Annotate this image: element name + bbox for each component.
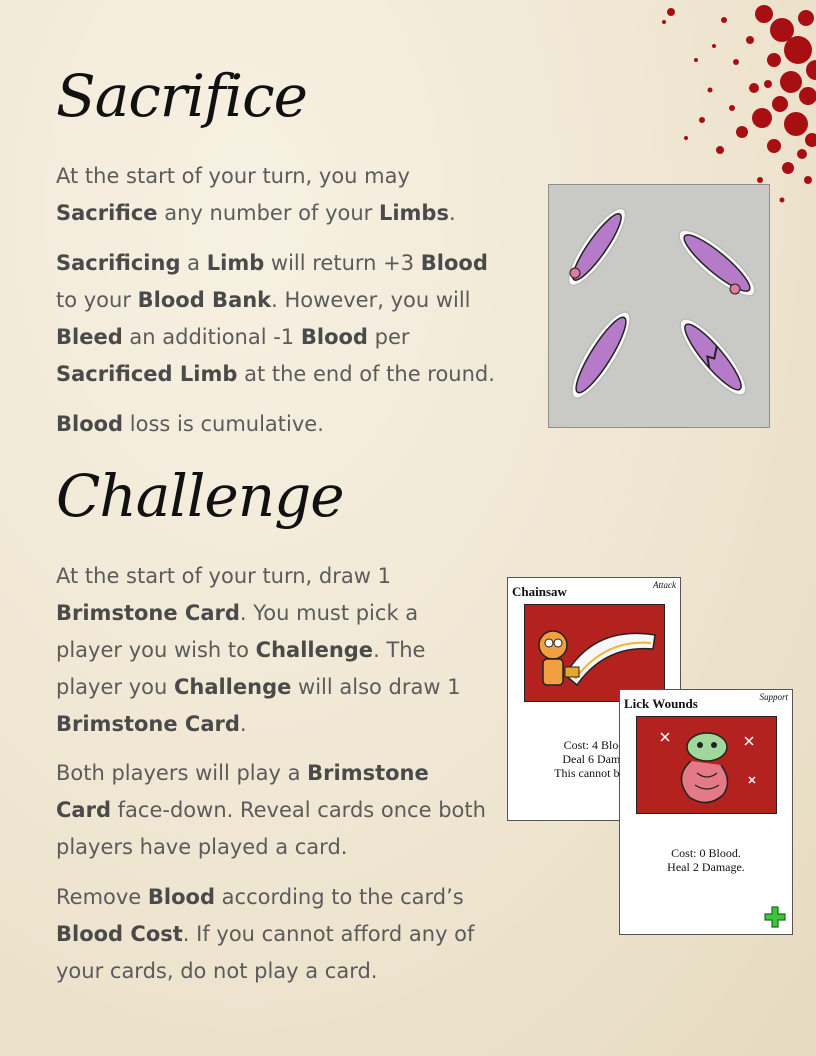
text-run: loss is cumulative. — [123, 412, 324, 436]
bold-term: Bleed — [56, 325, 123, 349]
text-run: at the end of the round. — [237, 362, 495, 386]
bold-term: Blood — [56, 412, 124, 436]
chainsaw-card-art — [524, 604, 665, 702]
heading-sacrifice: Sacrifice — [56, 62, 308, 130]
text-run: an additional -1 — [122, 325, 301, 349]
limbs-photo — [548, 184, 770, 428]
text-run: Remove — [56, 885, 148, 909]
text-run: . — [239, 712, 247, 736]
card-line-1: Cost: 0 Blood. — [671, 846, 741, 860]
bold-term: Blood — [147, 885, 215, 909]
limb-cutouts-image — [567, 207, 756, 399]
text-run: will return +3 — [264, 251, 421, 275]
text-run: Both players will play a — [56, 761, 308, 785]
bold-term: Blood Cost — [56, 922, 183, 946]
challenge-paragraph-2: Both players will play a Brimstone Card … — [56, 755, 488, 866]
bold-term: Challenge — [255, 638, 374, 662]
bold-term: Brimstone Card — [56, 712, 240, 736]
text-run: to your — [56, 288, 138, 312]
text-run: a — [180, 251, 207, 275]
text-run: according to the card’s — [215, 885, 464, 909]
text-run: At the start of your turn, you may — [56, 164, 410, 188]
bold-term: Sacrificing — [56, 251, 181, 275]
lick-wounds-card-art — [636, 716, 777, 814]
card-type: Support — [759, 692, 788, 702]
bold-term: Limbs — [378, 201, 449, 225]
text-run: At the start of your turn, draw 1 — [56, 564, 391, 588]
sacrifice-paragraph-3: Blood loss is cumulative. — [56, 406, 506, 443]
text-run: . — [448, 201, 456, 225]
heading-challenge: Challenge — [56, 462, 345, 530]
bold-term: Challenge — [173, 675, 292, 699]
challenge-paragraph-1: At the start of your turn, draw 1 Brimst… — [56, 558, 488, 743]
text-run: any number of your — [157, 201, 379, 225]
text-run: . However, you will — [271, 288, 471, 312]
challenge-paragraph-3: Remove Blood according to the card’s Blo… — [56, 879, 488, 990]
text-run: per — [367, 325, 410, 349]
chainsaw-cat-illustration — [538, 630, 656, 687]
bold-term: Blood — [420, 251, 488, 275]
lick-wounds-creature-illustration — [660, 732, 756, 804]
card-name: Chainsaw — [512, 584, 567, 599]
bold-term: Blood Bank — [137, 288, 272, 312]
card-line-2: Heal 2 Damage. — [667, 860, 745, 874]
bold-term: Limb — [206, 251, 265, 275]
card-name: Lick Wounds — [624, 696, 698, 711]
text-run: will also draw 1 — [291, 675, 461, 699]
text-run: face-down. Reveal cards once both player… — [56, 798, 486, 859]
sacrifice-paragraph-1: At the start of your turn, you may Sacri… — [56, 158, 506, 232]
lick-wounds-card: Lick Wounds Support Cost: 0 Blood. Heal … — [619, 689, 793, 935]
sacrifice-paragraph-2: Sacrificing a Limb will return +3 Blood … — [56, 245, 506, 393]
heal-plus-icon — [764, 906, 786, 928]
card-type: Attack — [653, 580, 676, 590]
bold-term: Blood — [300, 325, 368, 349]
bold-term: Sacrificed Limb — [56, 362, 238, 386]
bold-term: Brimstone Card — [56, 601, 240, 625]
bold-term: Sacrifice — [56, 201, 158, 225]
